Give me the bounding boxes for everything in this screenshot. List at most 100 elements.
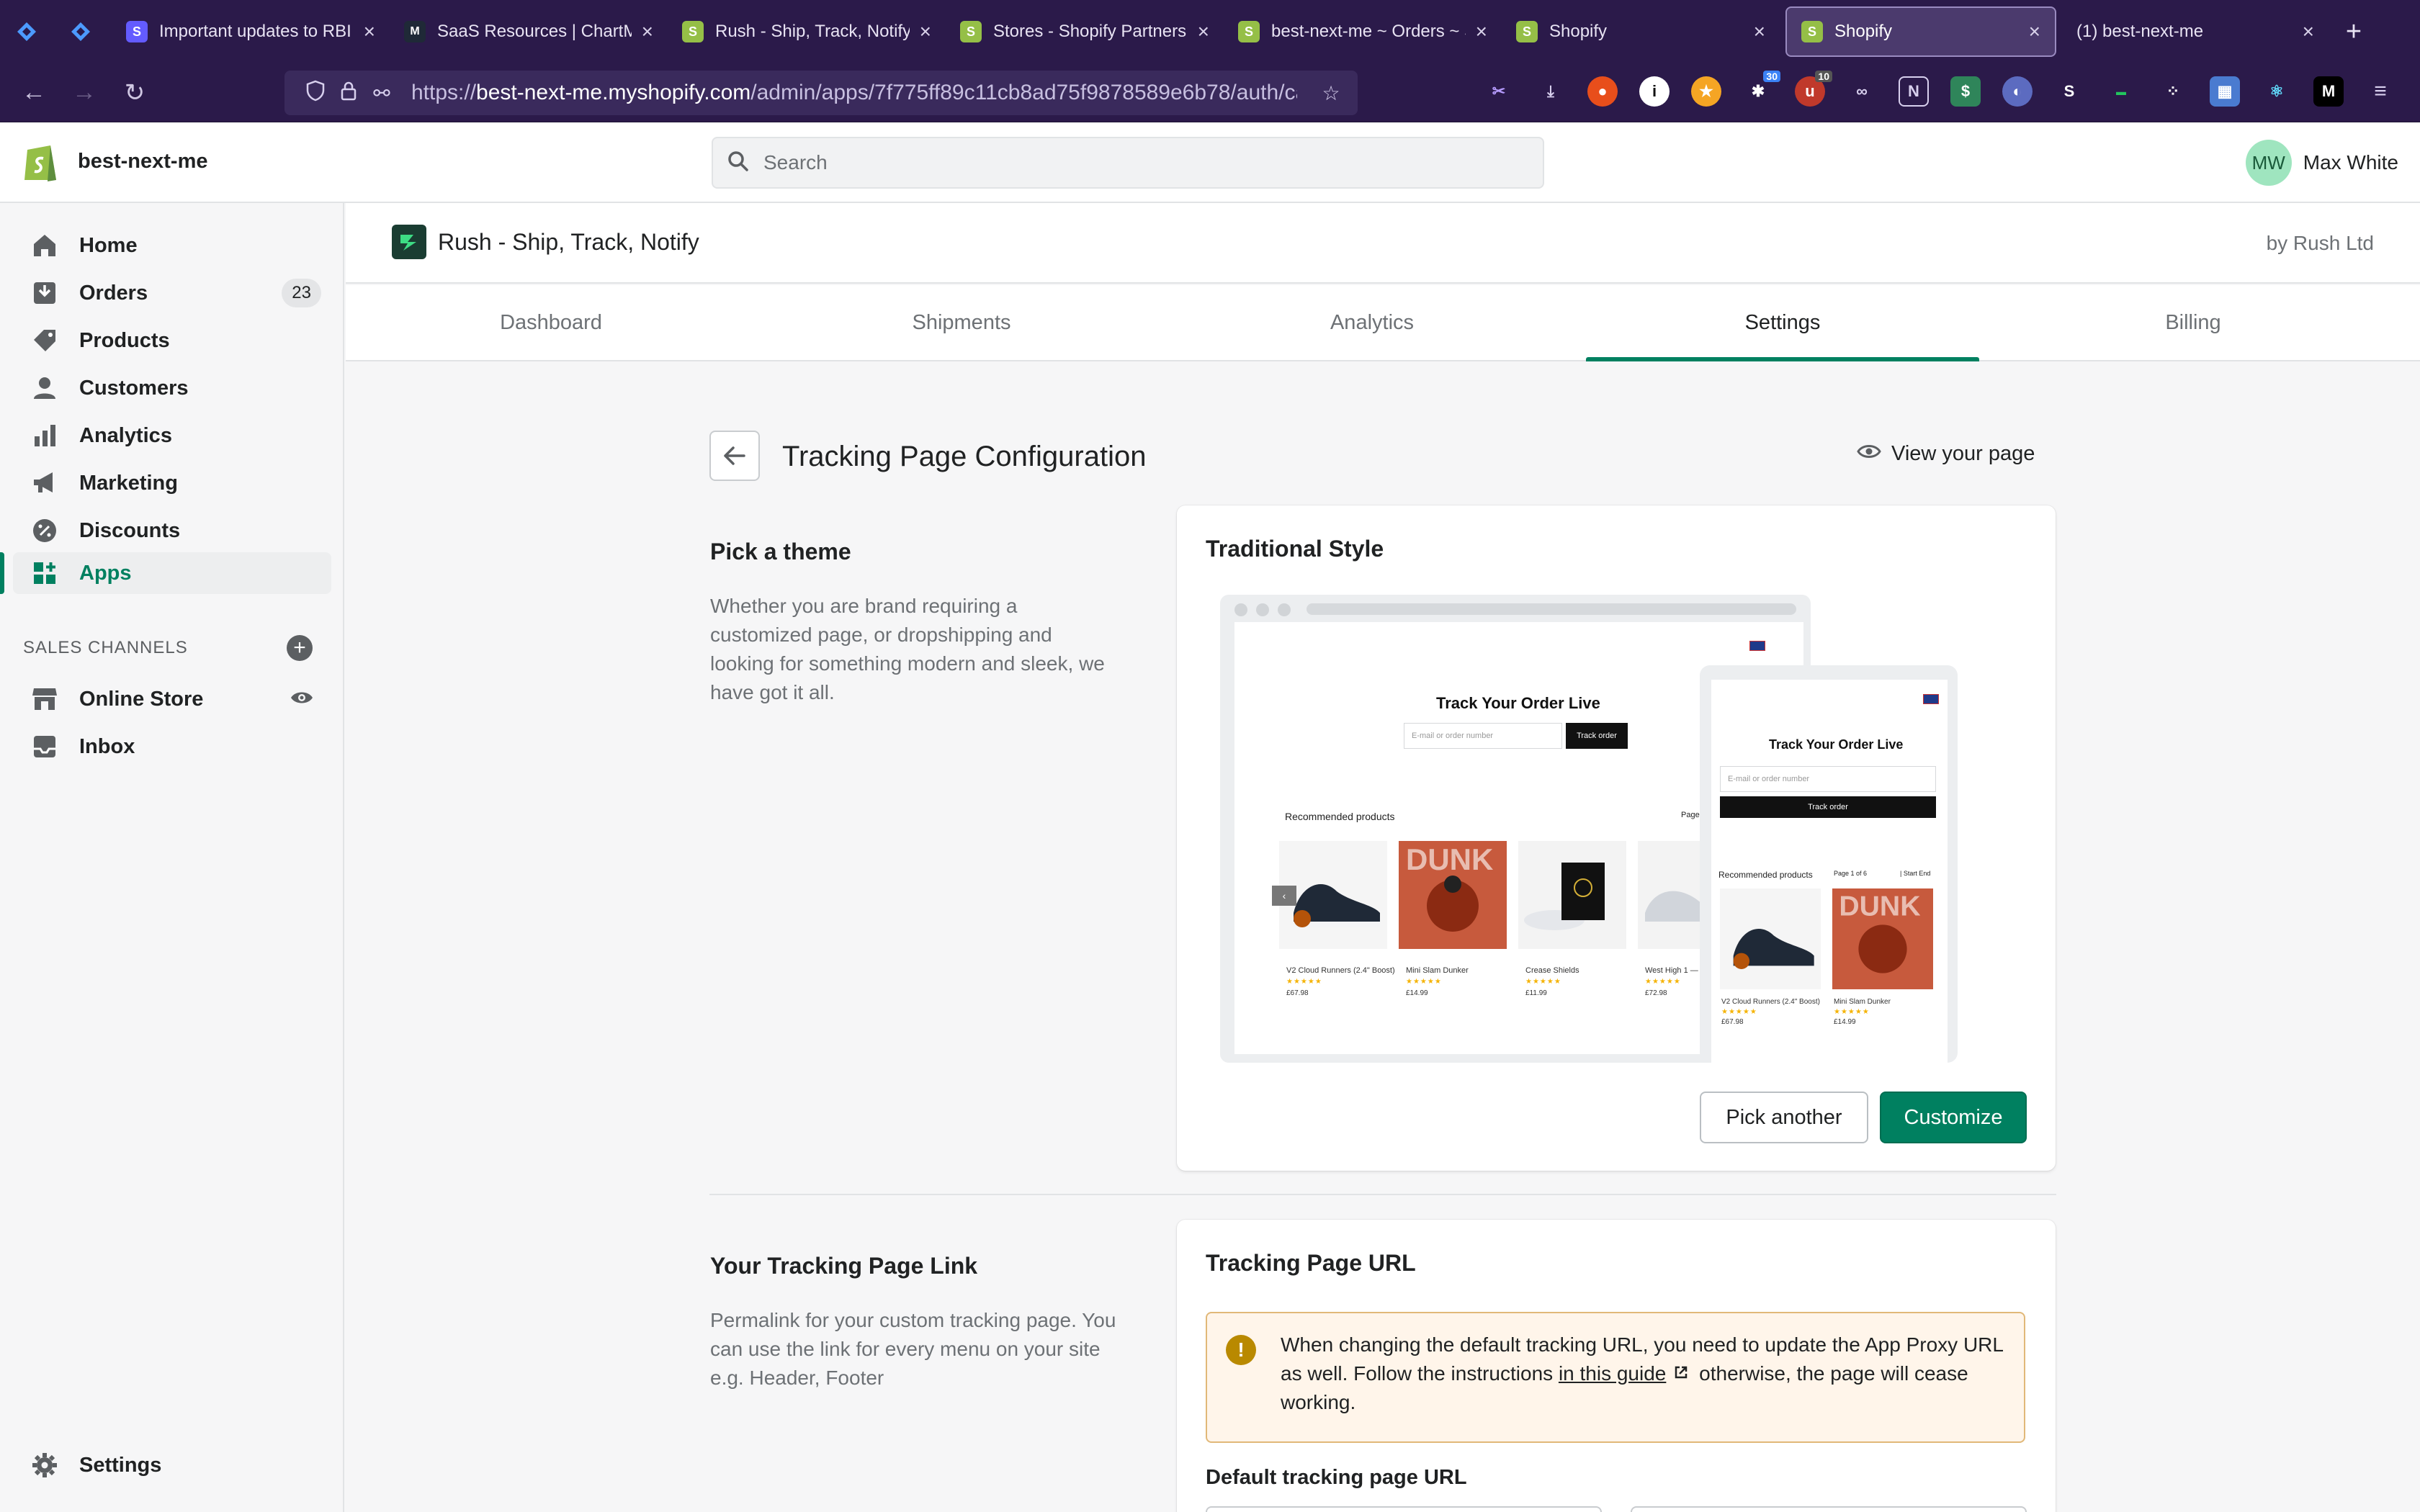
extension-badge-icon[interactable]: ✱ 30 — [1743, 71, 1780, 107]
mobile-nav: | Start End — [1900, 870, 1931, 877]
sidebar-item-marketing[interactable]: Marketing — [13, 462, 331, 504]
store-name[interactable]: best-next-me — [78, 150, 208, 174]
tab-rush[interactable]: S Rush - Ship, Track, Notify × — [668, 6, 946, 57]
react-devtools-icon[interactable]: ⚛ — [2262, 76, 2292, 107]
screenshot-icon[interactable]: ✂ — [1484, 76, 1514, 107]
sidebar-item-settings[interactable]: Settings — [13, 1444, 331, 1486]
glasses-icon[interactable]: ∞ — [1847, 76, 1877, 107]
mobile-product-dunk: DUNK — [1832, 888, 1933, 989]
preview-product-dunk: DUNK — [1399, 841, 1507, 949]
shopify-icon: S — [1238, 21, 1260, 42]
pick-another-button[interactable]: Pick another — [1700, 1092, 1868, 1143]
user-menu[interactable]: MW Max White — [2245, 140, 2398, 186]
extension-orange-icon[interactable]: ★ — [1691, 76, 1721, 107]
sidebar-item-orders[interactable]: Orders 23 — [13, 272, 331, 314]
extension-s-icon[interactable]: S — [2054, 76, 2084, 107]
info-icon[interactable]: i — [1639, 76, 1670, 107]
sidebar-item-products[interactable]: Products — [13, 320, 331, 361]
extension-blue-icon[interactable]: ◐ — [2002, 76, 2033, 107]
app-name: Rush - Ship, Track, Notify — [438, 229, 699, 255]
sidebar-item-apps[interactable]: Apps — [13, 552, 331, 594]
tab-shopify[interactable]: S Shopify × — [1502, 6, 1780, 57]
warning-text: When changing the default tracking URL, … — [1281, 1333, 2003, 1413]
tab-shopify-partners[interactable]: S Stores - Shopify Partners × — [946, 6, 1224, 57]
mobile-preview: Track Your Order Live E-mail or order nu… — [1700, 665, 1958, 1063]
permissions-icon[interactable]: ⚯ — [365, 81, 398, 105]
preview-product-name: West High 1 — — [1645, 966, 1698, 975]
customize-button[interactable]: Customize — [1880, 1092, 2027, 1143]
close-icon[interactable]: × — [1188, 20, 1209, 43]
mobile-page-indicator: Page 1 of 6 — [1834, 870, 1868, 877]
sidebar-item-inbox[interactable]: Inbox — [13, 726, 331, 768]
extension-green-icon[interactable]: $ — [1950, 76, 1981, 107]
sidebar-item-home[interactable]: Home — [13, 225, 331, 266]
tab-shipments[interactable]: Shipments — [756, 285, 1167, 360]
preview-price: £72.98 — [1645, 989, 1667, 997]
view-store-eye-icon[interactable] — [290, 689, 314, 710]
download-icon[interactable]: ⤓ — [1536, 76, 1566, 107]
sidebar-item-customers[interactable]: Customers — [13, 367, 331, 409]
bookmark-star-icon[interactable]: ☆ — [1314, 81, 1348, 105]
tab-stripe[interactable]: S Important updates to RBI × — [112, 6, 390, 57]
back-button[interactable] — [709, 431, 760, 481]
sidebar-item-discounts[interactable]: Discounts — [13, 510, 331, 552]
extension-green-text-icon[interactable]: ▬ — [2106, 76, 2136, 107]
search-input[interactable]: Search — [712, 137, 1544, 189]
tag-icon — [27, 327, 62, 354]
gear-icon — [27, 1452, 62, 1479]
sidebar-item-online-store[interactable]: Online Store — [13, 678, 331, 720]
tab-orders[interactable]: S best-next-me ~ Orders ~ S × — [1224, 6, 1502, 57]
guide-link[interactable]: in this guide — [1559, 1362, 1666, 1385]
mobile-preview-input: E-mail or order number — [1720, 766, 1936, 792]
reload-icon[interactable]: ↻ — [109, 68, 160, 118]
tab-jira-1[interactable] — [0, 6, 54, 57]
active-indicator — [0, 552, 4, 594]
sidebar-item-analytics[interactable]: Analytics — [13, 415, 331, 456]
extension-m-icon[interactable]: M — [2313, 76, 2344, 107]
ublock-icon[interactable]: u 10 — [1795, 71, 1832, 107]
notion-icon[interactable]: N — [1899, 76, 1929, 107]
custom-url-field[interactable] — [1631, 1506, 2027, 1512]
eye-icon — [1857, 442, 1881, 466]
tab-jira-2[interactable] — [54, 6, 112, 57]
search-placeholder: Search — [763, 151, 828, 174]
close-icon[interactable]: × — [2293, 20, 2314, 43]
extension-chart-icon[interactable]: ▦ — [2210, 76, 2240, 107]
shopify-icon: S — [682, 21, 704, 42]
tab-shopify-active[interactable]: S Shopify × — [1785, 6, 2056, 57]
extension-grid-icon[interactable]: ⁘ — [2158, 76, 2188, 107]
tab-billing[interactable]: Billing — [1988, 285, 2398, 360]
tab-settings[interactable]: Settings — [1577, 285, 1988, 361]
shopify-logo-icon[interactable] — [22, 141, 60, 184]
add-channel-icon[interactable]: + — [287, 635, 313, 661]
menu-icon[interactable]: ≡ — [2365, 76, 2396, 107]
arrow-left-icon — [724, 446, 745, 465]
close-icon[interactable]: × — [632, 20, 653, 43]
shopify-icon: S — [960, 21, 982, 42]
default-url-field[interactable] — [1206, 1506, 1602, 1512]
preview-product-box — [1518, 841, 1626, 949]
preview-stars: ★★★★★ — [1645, 978, 1681, 986]
link-section-title: Your Tracking Page Link — [710, 1253, 978, 1279]
close-icon[interactable]: × — [2019, 20, 2040, 43]
back-arrow-icon[interactable]: ← — [9, 68, 59, 118]
tab-best-next-me[interactable]: (1) best-next-me × — [2062, 6, 2329, 57]
view-your-page-link[interactable]: View your page — [1857, 442, 2035, 466]
user-name: Max White — [2303, 151, 2398, 174]
tab-chartmogul[interactable]: M SaaS Resources | ChartMo × — [390, 6, 668, 57]
close-icon[interactable]: × — [910, 20, 931, 43]
extension-icons: ✂ ⤓ ● i ★ ✱ 30 u 10 ∞ N $ ◐ S ▬ ⁘ ▦ ⚛ M ≡ — [1484, 71, 2396, 107]
forward-arrow-icon[interactable]: → — [59, 68, 109, 118]
theme-preview-image: Track Your Order Live E-mail or order nu… — [1220, 595, 1958, 1063]
close-icon[interactable]: × — [1744, 20, 1765, 43]
address-bar[interactable]: ⚯ https://best-next-me.myshopify.com/adm… — [284, 71, 1358, 115]
inbox-icon — [27, 733, 62, 760]
extension-red-icon[interactable]: ● — [1587, 76, 1618, 107]
new-tab-button[interactable]: + — [2329, 6, 2379, 57]
svg-text:DUNK: DUNK — [1839, 891, 1920, 922]
close-icon[interactable]: × — [354, 20, 375, 43]
mobile-preview-heading: Track Your Order Live — [1769, 737, 1904, 752]
tab-analytics[interactable]: Analytics — [1167, 285, 1577, 360]
close-icon[interactable]: × — [1466, 20, 1487, 43]
tab-dashboard[interactable]: Dashboard — [346, 285, 756, 360]
